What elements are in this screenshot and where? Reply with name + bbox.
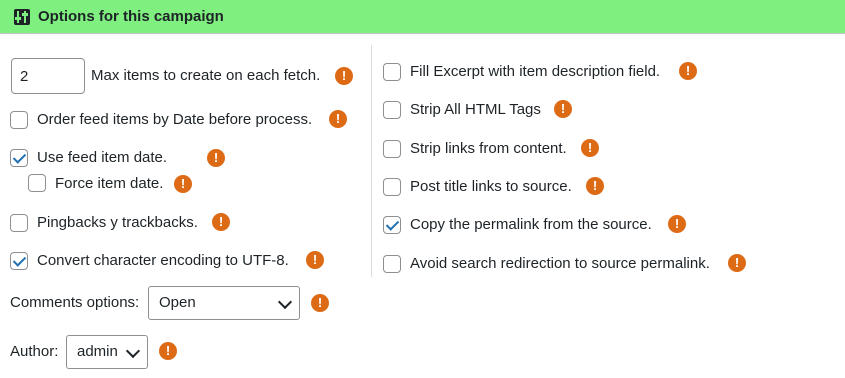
chevron-down-icon (277, 294, 293, 310)
max-items-label: Max items to create on each fetch. (91, 67, 321, 84)
strip-links-label: Strip links from content. (410, 140, 567, 157)
info-icon[interactable]: ! (335, 67, 353, 85)
chevron-down-icon (125, 343, 141, 359)
info-icon[interactable]: ! (581, 139, 599, 157)
avoid-redirect-label: Avoid search redirection to source perma… (410, 255, 710, 272)
title-links-label: Post title links to source. (410, 178, 572, 195)
info-icon[interactable]: ! (554, 100, 572, 118)
strip-html-checkbox[interactable] (383, 101, 401, 119)
info-icon[interactable]: ! (212, 213, 230, 231)
info-icon[interactable]: ! (668, 215, 686, 233)
utf8-label: Convert character encoding to UTF-8. (37, 252, 289, 269)
info-icon[interactable]: ! (679, 62, 697, 80)
title-links-checkbox[interactable] (383, 178, 401, 196)
info-icon[interactable]: ! (174, 175, 192, 193)
force-date-label: Force item date. (55, 175, 164, 192)
order-date-label: Order feed items by Date before process. (37, 111, 313, 128)
fill-excerpt-checkbox[interactable] (383, 63, 401, 81)
header-title: Options for this campaign (38, 8, 224, 25)
info-icon[interactable]: ! (586, 177, 604, 195)
pingbacks-checkbox[interactable] (10, 214, 28, 232)
author-select[interactable]: admin (66, 335, 148, 369)
copy-permalink-checkbox[interactable] (383, 216, 401, 234)
comments-select-value: Open (159, 294, 196, 311)
pingbacks-label: Pingbacks y trackbacks. (37, 214, 198, 231)
comments-select[interactable]: Open (148, 286, 300, 320)
strip-html-label: Strip All HTML Tags (410, 101, 541, 118)
comments-label: Comments options: (10, 294, 140, 311)
info-icon[interactable]: ! (207, 149, 225, 167)
force-date-checkbox[interactable] (28, 174, 46, 192)
utf8-checkbox[interactable] (10, 252, 28, 270)
info-icon[interactable]: ! (306, 251, 324, 269)
order-date-checkbox[interactable] (10, 111, 28, 129)
use-feed-date-checkbox[interactable] (10, 149, 28, 167)
fill-excerpt-label: Fill Excerpt with item description field… (410, 63, 661, 80)
sliders-icon (14, 9, 30, 25)
max-items-input[interactable] (11, 58, 85, 94)
author-select-value: admin (77, 343, 118, 360)
info-icon[interactable]: ! (159, 342, 177, 360)
author-label: Author: (10, 343, 59, 360)
info-icon[interactable]: ! (329, 110, 347, 128)
info-icon[interactable]: ! (311, 294, 329, 312)
strip-links-checkbox[interactable] (383, 140, 401, 158)
campaign-options-header: Options for this campaign (0, 0, 845, 34)
use-feed-date-label: Use feed item date. (37, 149, 168, 166)
avoid-redirect-checkbox[interactable] (383, 255, 401, 273)
copy-permalink-label: Copy the permalink from the source. (410, 216, 652, 233)
info-icon[interactable]: ! (728, 254, 746, 272)
column-divider (371, 45, 372, 277)
